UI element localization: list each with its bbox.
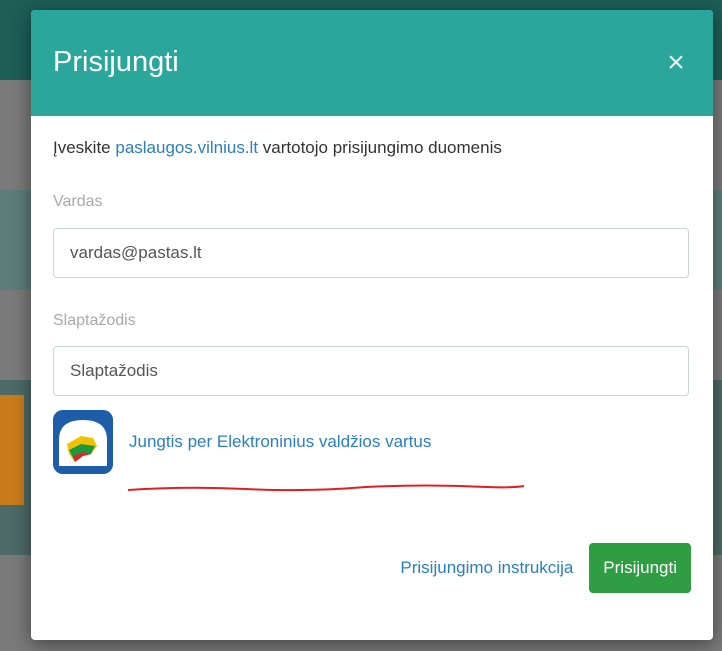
- egov-logo-icon[interactable]: [53, 410, 113, 474]
- username-input[interactable]: [53, 228, 689, 278]
- password-input[interactable]: [53, 346, 689, 396]
- modal-header: Prisijungti ×: [31, 10, 713, 116]
- intro-prefix: Įveskite: [53, 138, 116, 157]
- red-underline-annotation: [127, 484, 525, 492]
- background-graphic: [0, 395, 24, 505]
- egov-link[interactable]: Jungtis per Elektroninius valdžios vartu…: [129, 432, 431, 452]
- login-modal: Prisijungti × Įveskite paslaugos.vilnius…: [31, 10, 713, 640]
- username-label: Vardas: [53, 193, 103, 210]
- login-button[interactable]: Prisijungti: [589, 543, 691, 593]
- intro-text: Įveskite paslaugos.vilnius.lt vartotojo …: [53, 138, 502, 158]
- password-label: Slaptažodis: [53, 312, 136, 329]
- modal-title: Prisijungti: [53, 46, 179, 78]
- site-link[interactable]: paslaugos.vilnius.lt: [115, 138, 258, 157]
- egov-login[interactable]: Jungtis per Elektroninius valdžios vartu…: [53, 410, 431, 474]
- instructions-link[interactable]: Prisijungimo instrukcija: [400, 558, 573, 578]
- intro-suffix: vartotojo prisijungimo duomenis: [258, 138, 502, 157]
- close-icon[interactable]: ×: [663, 48, 689, 78]
- modal-footer: Prisijungimo instrukcija Prisijungti: [400, 543, 691, 593]
